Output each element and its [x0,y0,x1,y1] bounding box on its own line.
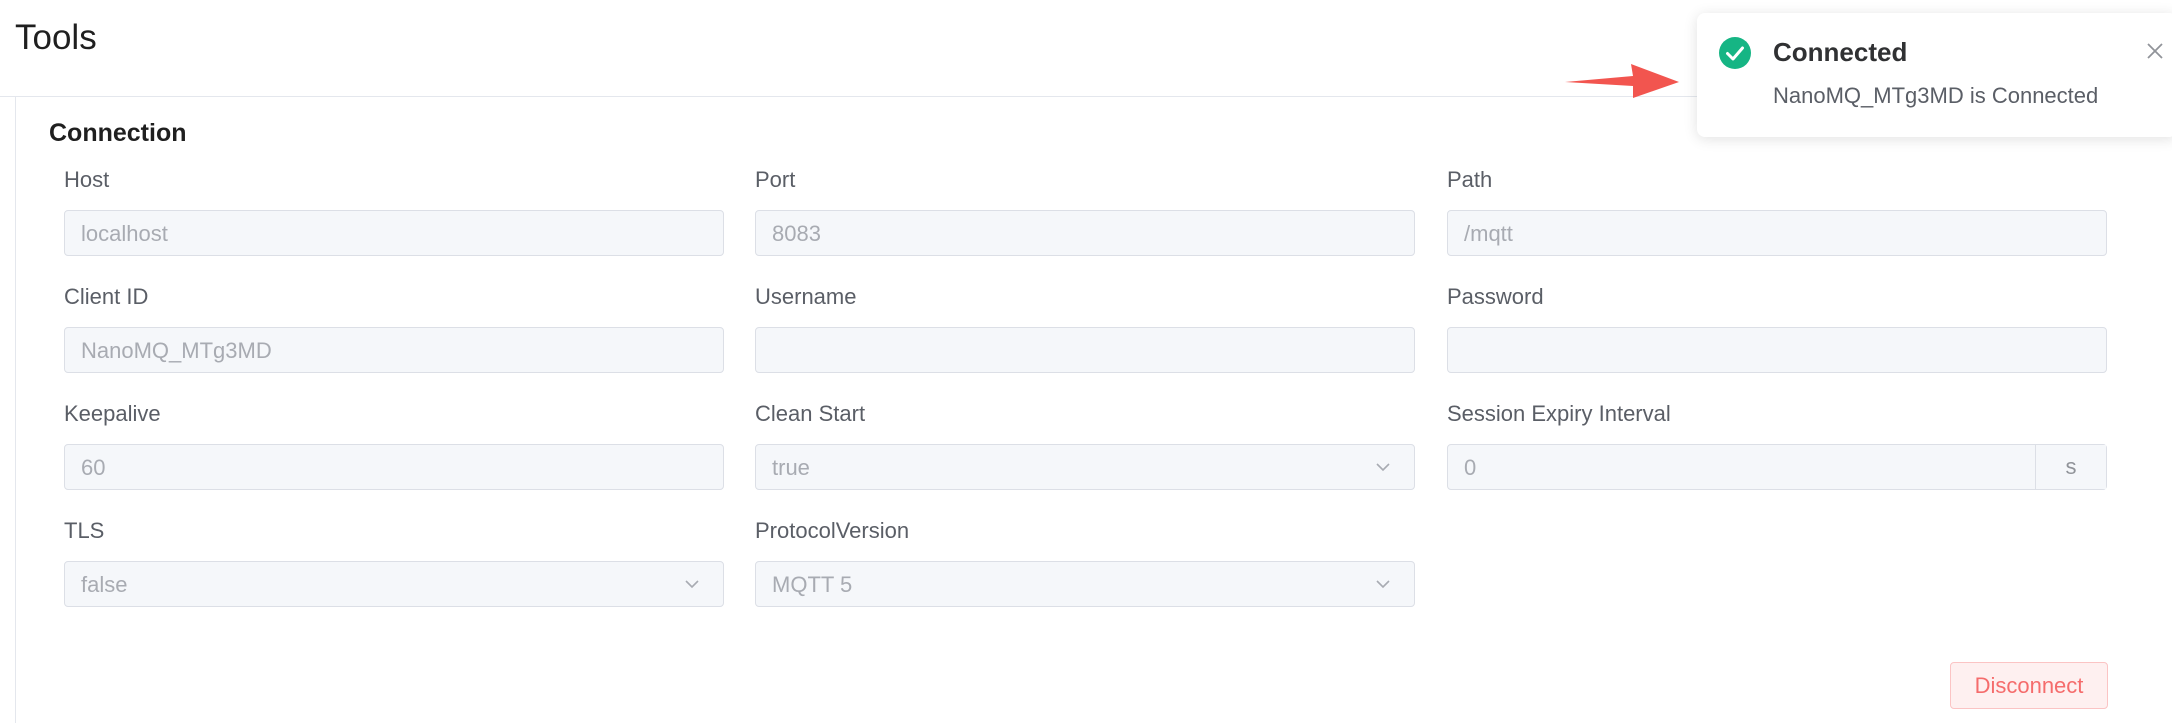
path-input[interactable]: /mqtt [1447,210,2107,256]
check-circle-icon [1719,37,1751,69]
client-id-value: NanoMQ_MTg3MD [81,338,272,363]
protocol-version-label: ProtocolVersion [755,518,910,543]
host-input[interactable]: localhost [64,210,724,256]
clean-start-select[interactable]: true [755,444,1415,490]
protocol-version-value: MQTT 5 [772,572,853,597]
notification-message: NanoMQ_MTg3MD is Connected [1773,83,2099,108]
section-title: Connection [49,119,187,147]
chevron-down-icon [685,580,699,589]
protocol-version-select[interactable]: MQTT 5 [755,561,1415,607]
port-label: Port [755,167,796,192]
session-expiry-label: Session Expiry Interval [1447,401,1671,426]
username-input[interactable] [755,327,1415,373]
path-value: /mqtt [1464,221,1513,246]
page-title: Tools [15,18,97,57]
host-label: Host [64,167,110,192]
tls-select[interactable]: false [64,561,724,607]
tools-page: Tools Connection Host localhost Port 808… [0,0,2172,723]
clean-start-label: Clean Start [755,401,866,426]
session-expiry-unit: s [2035,445,2106,489]
connected-notification: Connected NanoMQ_MTg3MD is Connected [1697,13,2172,137]
password-label: Password [1447,284,1544,309]
chevron-down-icon [1376,580,1390,589]
close-icon[interactable] [2145,41,2165,61]
keepalive-label: Keepalive [64,401,161,426]
path-label: Path [1447,167,1493,192]
keepalive-value: 60 [81,455,106,480]
session-expiry-value: 0 [1464,455,1477,480]
chevron-down-icon [1376,463,1390,472]
clean-start-value: true [772,455,810,480]
annotation-arrow-icon [1565,64,1679,98]
tls-label: TLS [64,518,105,543]
username-label: Username [755,284,857,309]
notification-title: Connected [1773,37,1908,67]
tls-value: false [81,572,128,597]
connection-card [15,97,2172,723]
port-input[interactable]: 8083 [755,210,1415,256]
session-expiry-input[interactable]: 0 s [1447,444,2107,490]
host-value: localhost [81,221,168,246]
password-input[interactable] [1447,327,2107,373]
keepalive-input[interactable]: 60 [64,444,724,490]
client-id-label: Client ID [64,284,149,309]
disconnect-button[interactable]: Disconnect [1950,662,2108,709]
client-id-input[interactable]: NanoMQ_MTg3MD [64,327,724,373]
port-value: 8083 [772,221,821,246]
